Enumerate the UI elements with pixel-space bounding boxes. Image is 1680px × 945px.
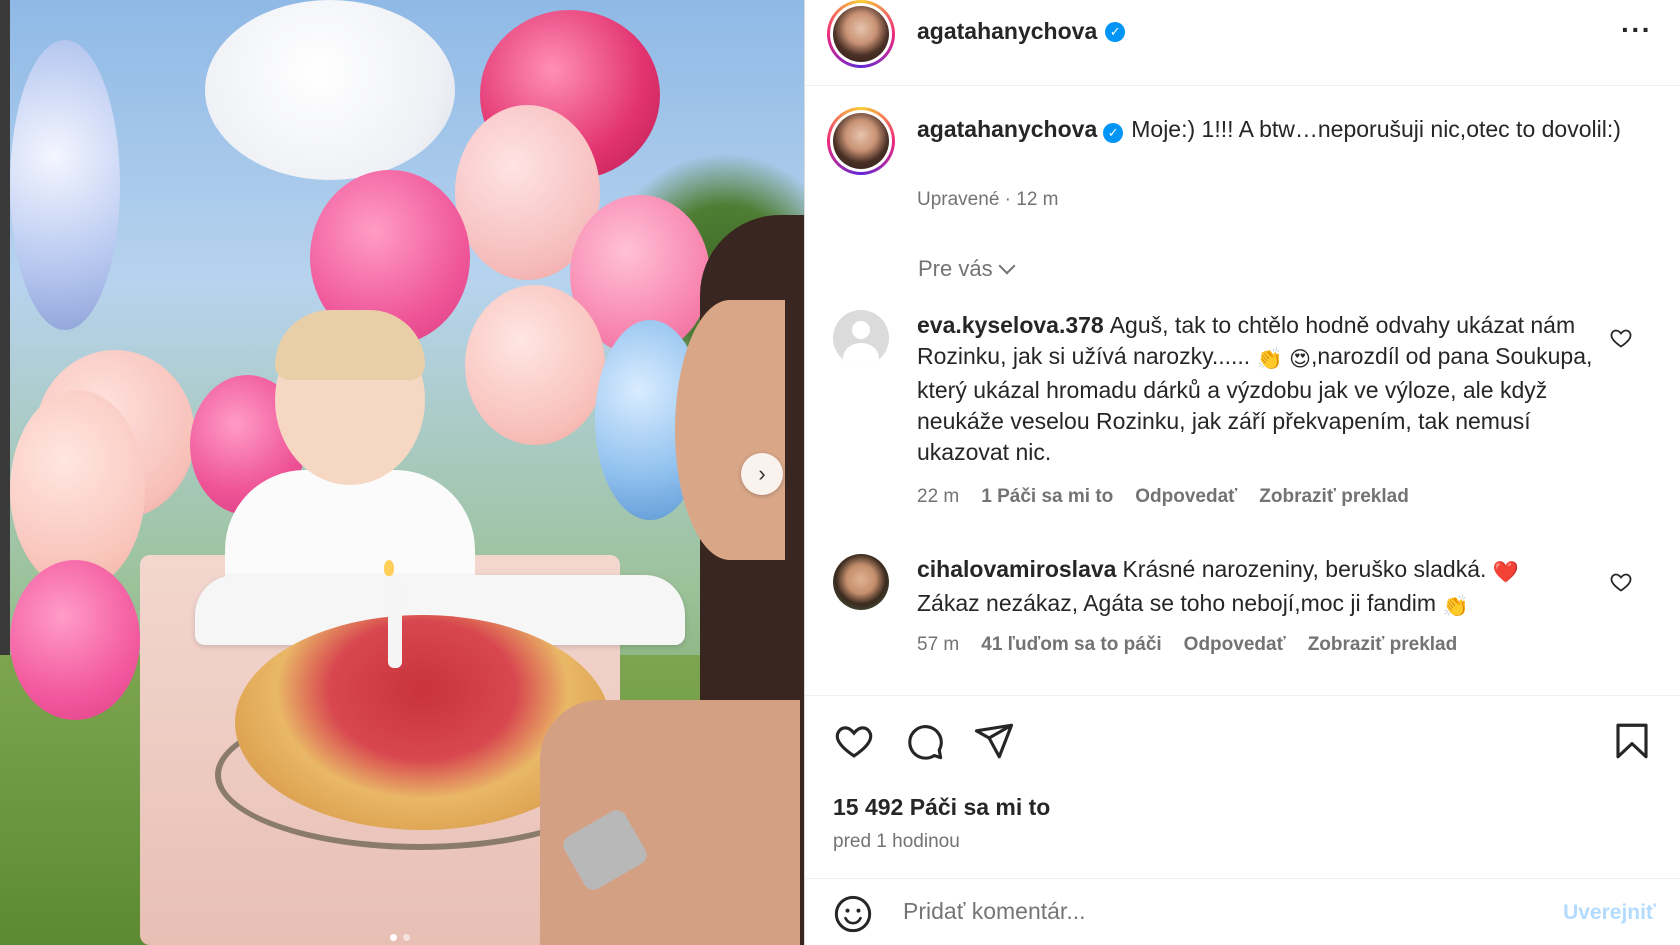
- comment-reply-button[interactable]: Odpovedať: [1184, 634, 1286, 656]
- caption-text: agatahanychova ✓ Moje:) 1!!! A btw…neporuš…: [917, 113, 1637, 145]
- comment-input[interactable]: [903, 898, 1503, 925]
- commenter-username[interactable]: cihalovamiroslava: [917, 556, 1116, 582]
- post-comment-button[interactable]: Uverejniť: [1563, 901, 1656, 925]
- comment-filter-label: Pre vás: [918, 256, 993, 281]
- comment-translate-button[interactable]: Zobraziť preklad: [1308, 634, 1458, 656]
- clapping-emoji: 👏: [1442, 595, 1469, 618]
- comment-time: 57 m: [917, 634, 960, 655]
- comment-bubble-icon[interactable]: [903, 720, 945, 762]
- woman-arm: [540, 700, 800, 945]
- verified-badge-icon: ✓: [1103, 123, 1124, 143]
- comment-likes[interactable]: 41 ľuďom sa to páči: [981, 634, 1161, 656]
- caption-meta: Upravené · 12 m: [917, 189, 1059, 210]
- balloon: [10, 40, 120, 330]
- post-panel: agatahanychova ✓ ··· agatahanychova ✓ Moje…: [805, 0, 1680, 945]
- red-heart-emoji: ❤️: [1492, 561, 1519, 584]
- like-heart-icon[interactable]: [833, 720, 875, 762]
- post-image[interactable]: ›: [0, 0, 805, 945]
- comment-like-heart-icon[interactable]: [1609, 570, 1633, 594]
- caption-content: Moje:) 1!!! A btw…neporušuji nic,otec to…: [1131, 116, 1621, 142]
- post-timestamp: pred 1 hodinou: [833, 831, 960, 852]
- comment-input-divider: [805, 878, 1680, 879]
- child-hair: [275, 310, 425, 380]
- comment-filter-dropdown[interactable]: Pre vás: [918, 256, 1016, 282]
- emoji-smiley-icon[interactable]: [833, 894, 873, 934]
- carousel-dot: [403, 934, 410, 941]
- chevron-down-icon: [998, 257, 1016, 275]
- comment-text: cihalovamiroslava Krásné narozeniny, beru…: [917, 554, 1597, 622]
- post-header: agatahanychova ✓ ···: [805, 0, 1680, 86]
- author-username-text[interactable]: agatahanychova: [917, 18, 1097, 45]
- comment: eva.kyselova.378 Aguš, tak to chtělo hodn…: [833, 310, 1633, 507]
- verified-badge-icon: ✓: [1105, 21, 1126, 42]
- balloon: [10, 560, 140, 720]
- carousel-indicator: [390, 934, 410, 941]
- caption-username[interactable]: agatahanychova: [917, 116, 1097, 142]
- comment-text: eva.kyselova.378 Aguš, tak to chtělo hodn…: [917, 310, 1597, 468]
- post-actions: [833, 720, 1653, 764]
- add-comment-bar: Uverejniť: [805, 880, 1680, 945]
- comment-time: 22 m: [917, 486, 960, 507]
- carousel-dot-active: [390, 934, 397, 941]
- author-avatar[interactable]: [827, 0, 895, 68]
- comment-like-heart-icon[interactable]: [1609, 326, 1633, 350]
- clapping-emoji: 👏: [1256, 348, 1283, 371]
- comment-reply-button[interactable]: Odpovedať: [1135, 486, 1237, 508]
- heart-eyes-emoji: 😍: [1289, 348, 1312, 371]
- author-username[interactable]: agatahanychova ✓: [917, 18, 1126, 45]
- chevron-right-icon: ›: [758, 461, 766, 486]
- comment-content-continued: Zákaz nezákaz, Agáta se toho nebojí,moc …: [917, 590, 1437, 616]
- comment: cihalovamiroslava Krásné narozeniny, beru…: [833, 554, 1633, 664]
- bookmark-save-icon[interactable]: [1611, 720, 1653, 762]
- comment-likes[interactable]: 1 Páči sa mi to: [981, 486, 1113, 508]
- carousel-next-button[interactable]: ›: [741, 453, 783, 495]
- commenter-avatar[interactable]: [833, 310, 889, 366]
- comment-translate-button[interactable]: Zobraziť preklad: [1259, 486, 1409, 508]
- more-options-icon[interactable]: ···: [1621, 14, 1652, 46]
- caption-author-avatar[interactable]: [827, 107, 895, 175]
- comment-meta: 22 m 1 Páči sa mi to Odpovedať Zobraziť …: [917, 486, 1409, 508]
- candle: [388, 578, 402, 668]
- commenter-avatar[interactable]: [833, 554, 889, 610]
- comment-meta: 57 m 41 ľuďom sa to páči Odpovedať Zobra…: [917, 634, 1457, 656]
- share-send-icon[interactable]: [973, 720, 1015, 762]
- comment-content: Krásné narozeniny, beruško sladká.: [1122, 556, 1487, 582]
- actions-divider: [805, 695, 1680, 696]
- balloon: [465, 285, 605, 445]
- commenter-username[interactable]: eva.kyselova.378: [917, 312, 1104, 338]
- candle-flame: [384, 560, 394, 576]
- balloon: [205, 0, 455, 180]
- woman-face: [675, 300, 785, 560]
- post-likes-count[interactable]: 15 492 Páči sa mi to: [833, 794, 1050, 821]
